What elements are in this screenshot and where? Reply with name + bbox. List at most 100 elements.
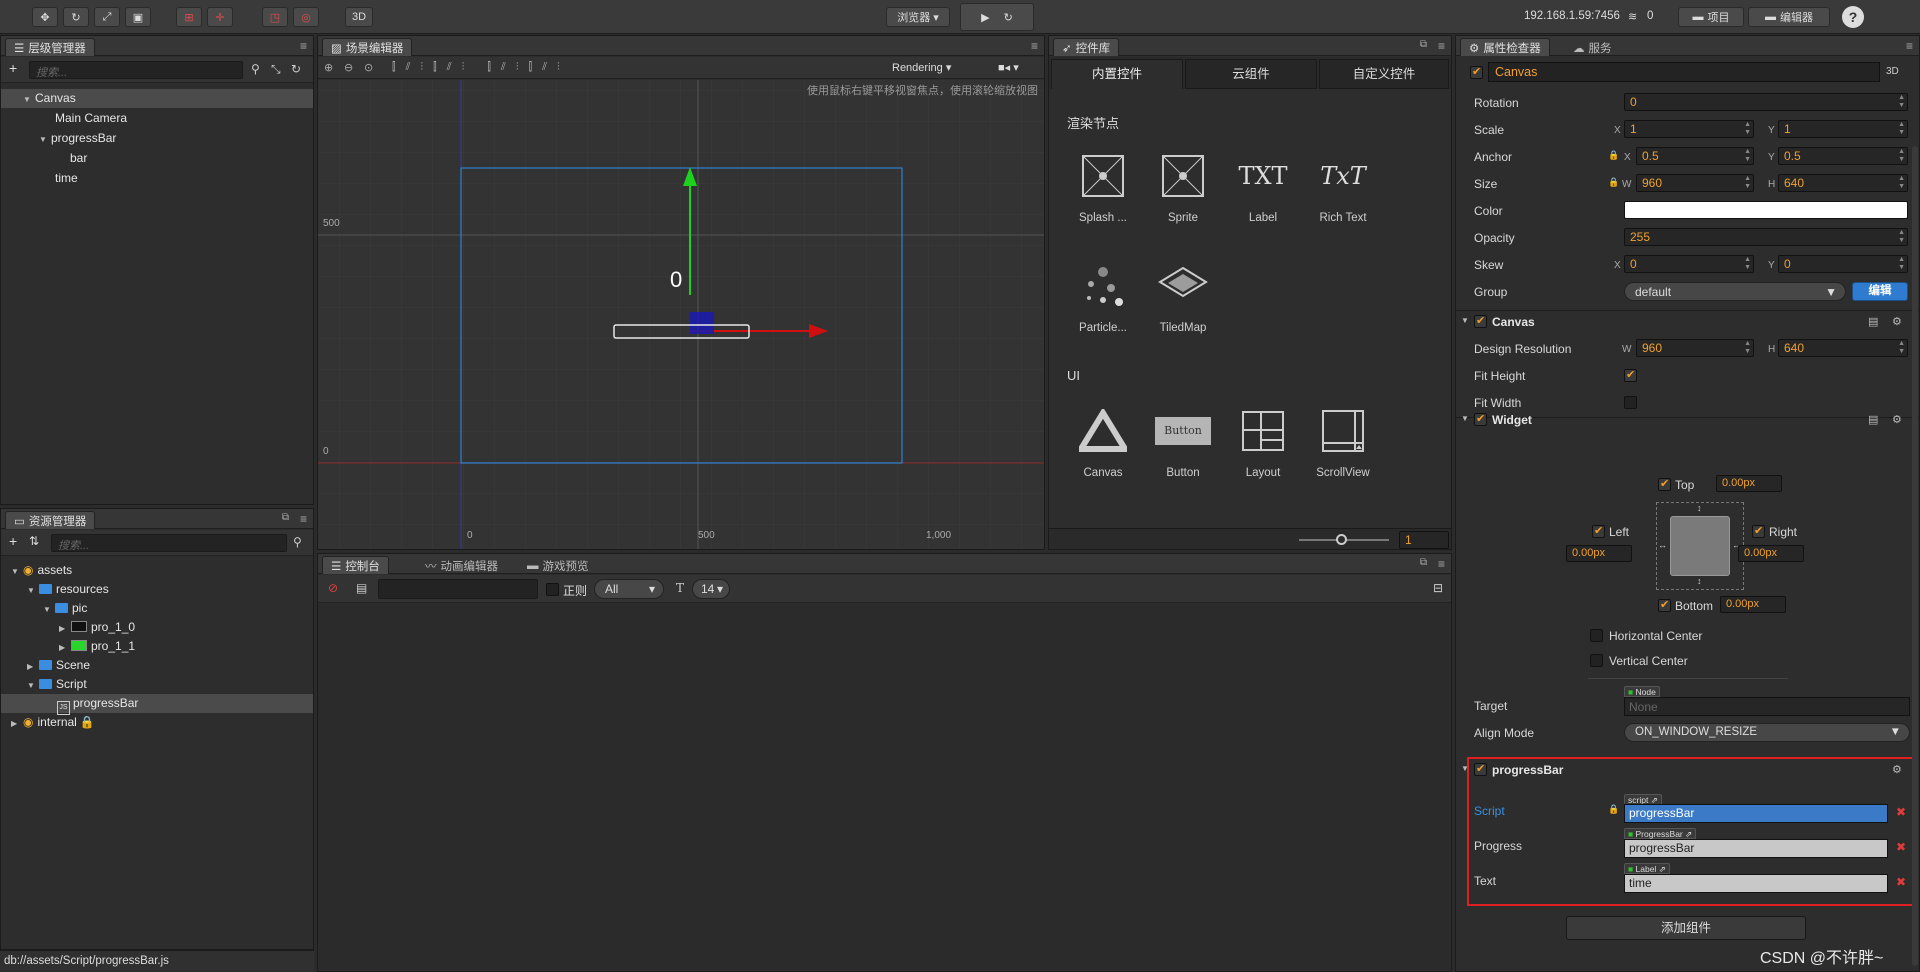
add-component-button[interactable]: 添加组件 (1566, 916, 1806, 940)
search-icon[interactable]: ⚲ (251, 62, 260, 76)
top-checkbox[interactable] (1658, 477, 1671, 491)
opacity-field[interactable]: 255 ▲ ▼ (1624, 228, 1908, 246)
progress-field[interactable]: progressBar (1624, 839, 1888, 858)
canvas-enable-checkbox[interactable] (1474, 314, 1487, 328)
tab-assets[interactable]: ▭ 资源管理器 (5, 511, 96, 529)
right-field[interactable]: 0.00px (1738, 545, 1804, 562)
widget-particle[interactable]: Particle... (1071, 256, 1135, 334)
zoom-reset-icon[interactable]: ⊙ (364, 61, 373, 74)
menu-icon[interactable]: ≡ (1906, 39, 1913, 53)
scale-tool-icon[interactable]: ⤢ (94, 7, 120, 27)
tab-services[interactable]: ☁ 服务 (1564, 38, 1621, 56)
widget-sprite[interactable]: Sprite (1151, 146, 1215, 224)
clear-icon[interactable]: ⊘ (328, 581, 338, 595)
lock-icon[interactable]: 🔒 (1608, 150, 1619, 161)
gear-icon[interactable]: ⚙ (1892, 315, 1902, 328)
tree-item-main-camera[interactable]: Main Camera (55, 109, 127, 128)
sort-icon[interactable]: ⇅ (29, 534, 39, 548)
zoom-value-field[interactable]: 1 (1399, 531, 1449, 549)
tab-library[interactable]: ➶ 控件库 (1053, 38, 1120, 56)
group-select[interactable]: default ▼ (1624, 282, 1846, 301)
left-checkbox[interactable] (1592, 524, 1605, 538)
menu-icon[interactable]: ≡ (1031, 39, 1038, 53)
tree-item-progressbar-js[interactable]: JS progressBar (1, 694, 313, 715)
tree-item-internal[interactable]: ▶ ◉ internal 🔒 (11, 713, 95, 732)
collapse-icon[interactable]: ⤡ (271, 62, 281, 77)
vcenter-checkbox[interactable] (1590, 654, 1603, 667)
search-icon[interactable]: ⚲ (293, 535, 302, 549)
text-field[interactable]: time (1624, 874, 1888, 893)
size-w-field[interactable]: 960 ▲ ▼ (1636, 174, 1754, 192)
browser-select[interactable]: 浏览器 ▾ (886, 7, 950, 27)
tree-item-script[interactable]: ▼ Script (27, 675, 87, 694)
group-edit-button[interactable]: 编辑 (1852, 282, 1908, 301)
bottom-field[interactable]: 0.00px (1720, 596, 1786, 613)
regex-checkbox[interactable] (546, 583, 559, 596)
tab-animation[interactable]: 〰动画编辑器 (416, 556, 507, 574)
caret-down-icon[interactable]: ▼ (1461, 414, 1469, 423)
scene-viewport[interactable]: 使用鼠标右键平移视窗焦点，使用滚轮缩放视图 500 0 0 500 1,000 … (318, 80, 1044, 549)
zoom-out-icon[interactable]: ⊖ (344, 61, 353, 74)
design-h-field[interactable]: 640 ▲ ▼ (1778, 339, 1908, 357)
anchor-x-field[interactable]: 0.5 ▲ ▼ (1636, 147, 1754, 165)
remove-script-icon[interactable]: ✖ (1896, 805, 1906, 819)
remove-progress-icon[interactable]: ✖ (1896, 840, 1906, 854)
menu-icon[interactable]: ≡ (1438, 39, 1445, 53)
target-field[interactable]: None (1624, 697, 1910, 716)
tab-console[interactable]: ☰ 控制台 (322, 556, 389, 574)
mode-3d-button[interactable]: 3D (345, 7, 373, 27)
caret-down-icon[interactable]: ▼ (1461, 316, 1469, 325)
scale-x-field[interactable]: 1 ▲ ▼ (1624, 120, 1754, 138)
rect-tool-icon[interactable]: ▣ (125, 7, 151, 27)
tree-item-progressbar[interactable]: ▼ progressBar (39, 129, 116, 148)
caret-down-icon[interactable]: ▼ (1461, 764, 1469, 773)
align-icons[interactable]: ⫿⫽⫶⫿⫽⫶ ⫿⫽⫶⫿⫽⫶ (392, 61, 570, 74)
add-icon[interactable]: + (9, 533, 17, 549)
widget-tiledmap[interactable]: TiledMap (1151, 256, 1215, 334)
play-icon[interactable]: ▶ (981, 11, 989, 24)
anchor-y-field[interactable]: 0.5 ▲ ▼ (1778, 147, 1908, 165)
log-file-icon[interactable]: ▤ (356, 581, 367, 595)
help-icon[interactable]: ? (1842, 6, 1864, 28)
subtab-cloud[interactable]: 云组件 (1185, 59, 1317, 89)
align-mode-select[interactable]: ON_WINDOW_RESIZE ▼ (1624, 723, 1910, 742)
widget-label-control[interactable]: TXT Label (1231, 146, 1295, 224)
refresh-icon[interactable]: ↻ (291, 62, 301, 76)
scale-y-field[interactable]: 1 ▲ ▼ (1778, 120, 1908, 138)
refresh-icon[interactable]: ↻ (1004, 11, 1013, 24)
widget-scrollview[interactable]: ScrollView (1311, 401, 1375, 479)
rotate-tool-icon[interactable]: ↻ (63, 7, 89, 27)
tab-game-preview[interactable]: ▬ 游戏预览 (518, 556, 598, 574)
widget-enable-checkbox[interactable] (1474, 412, 1487, 426)
zoom-slider-handle[interactable] (1336, 534, 1347, 545)
zoom-in-icon[interactable]: ⊕ (324, 61, 333, 74)
font-size-select[interactable]: 14 ▾ (692, 579, 730, 599)
hcenter-checkbox[interactable] (1590, 629, 1603, 642)
tab-inspector[interactable]: ⚙ 属性检查器 (1460, 38, 1550, 56)
right-checkbox[interactable] (1752, 524, 1765, 538)
tree-item-assets[interactable]: ▼ ◉ assets (11, 561, 72, 580)
top-field[interactable]: 0.00px (1716, 475, 1782, 492)
subtab-builtin[interactable]: 内置控件 (1051, 59, 1183, 89)
editor-button[interactable]: ▬ 编辑器 (1748, 7, 1830, 27)
camera-icon[interactable]: ■◂ ▾ (998, 61, 1019, 74)
script-field[interactable]: progressBar (1624, 804, 1888, 823)
fit-width-checkbox[interactable] (1624, 396, 1637, 409)
skew-x-field[interactable]: 0 ▲ ▼ (1624, 255, 1754, 273)
widget-richtext[interactable]: TxT Rich Text (1311, 146, 1375, 224)
remove-text-icon[interactable]: ✖ (1896, 875, 1906, 889)
tree-item-pro-1-1[interactable]: ▶ pro_1_1 (59, 637, 135, 656)
fit-height-checkbox[interactable] (1624, 368, 1637, 382)
tree-item-pic[interactable]: ▼ pic (43, 599, 87, 618)
subtab-custom[interactable]: 自定义控件 (1319, 59, 1449, 89)
lock-icon[interactable]: 🔒 (1608, 177, 1619, 188)
widget-layout[interactable]: Layout (1231, 401, 1295, 479)
gear-icon[interactable]: ⚙ (1892, 413, 1902, 426)
gear-icon[interactable]: ⚙ (1892, 763, 1902, 776)
mode-3d-label[interactable]: 3D (1886, 66, 1899, 77)
size-h-field[interactable]: 640 ▲ ▼ (1778, 174, 1908, 192)
bottom-checkbox[interactable] (1658, 598, 1671, 612)
window-icon[interactable]: ⧉ (1420, 39, 1427, 50)
design-w-field[interactable]: 960 ▲ ▼ (1636, 339, 1754, 357)
menu-icon[interactable]: ≡ (300, 512, 307, 526)
